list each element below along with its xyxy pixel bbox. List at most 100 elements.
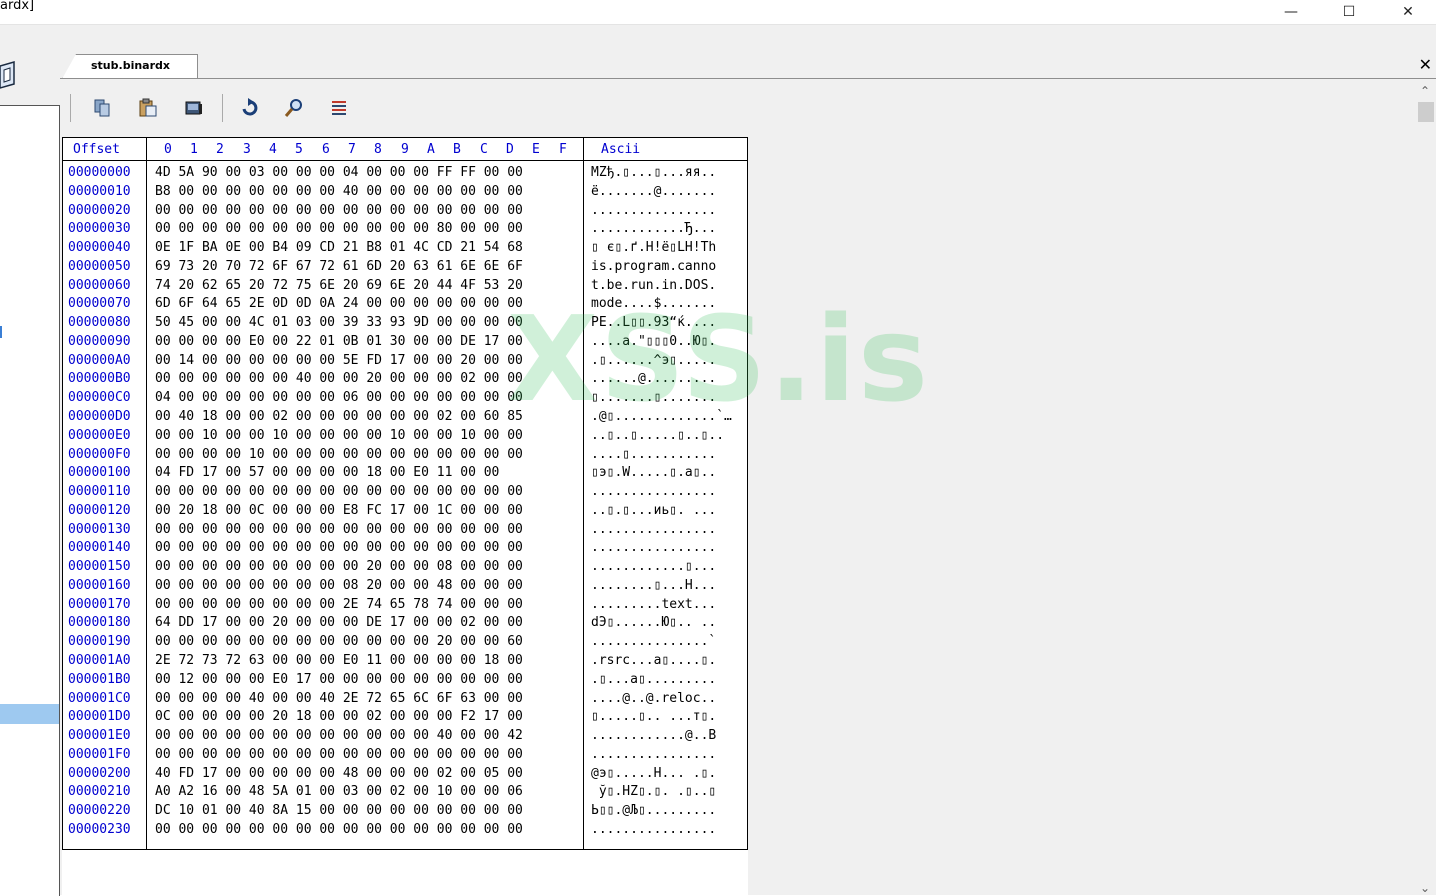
row-ascii[interactable]: .........text... [591,597,716,612]
row-hex-bytes[interactable]: 00 00 00 00 00 00 00 00 08 20 00 00 48 0… [155,578,523,593]
row-ascii[interactable]: ............▯... [591,559,716,574]
row-ascii[interactable]: ▯ є▯.ґ.Н!ё▯LН!Th [591,240,716,255]
row-ascii[interactable]: ..▯..▯.....▯..▯.. [591,428,724,443]
vertical-scrollbar[interactable]: ⌃ ⌄ [1416,80,1436,895]
row-hex-bytes[interactable]: 00 00 00 00 00 00 00 00 00 00 00 00 80 0… [155,221,523,236]
row-offset: 000001B0 [68,671,131,687]
scroll-thumb[interactable] [1418,102,1434,122]
row-hex-bytes[interactable]: 00 00 00 00 00 00 00 00 00 00 00 00 20 0… [155,634,523,649]
row-hex-bytes[interactable]: 00 00 00 00 00 00 00 00 2E 74 65 78 74 0… [155,597,523,612]
hex-rows[interactable]: 00000000 4D 5A 90 00 03 00 00 00 04 00 00… [62,161,748,850]
row-ascii[interactable]: ................ [591,522,716,537]
row-hex-bytes[interactable]: 04 00 00 00 00 00 00 00 06 00 00 00 00 0… [155,390,523,405]
row-hex-bytes[interactable]: 00 00 00 00 40 00 00 40 2E 72 65 6C 6F 6… [155,691,523,706]
row-ascii[interactable]: ................ [591,822,716,837]
column-header: 9 [401,142,409,157]
refresh-icon[interactable] [238,96,262,120]
row-hex-bytes[interactable]: 74 20 62 65 20 72 75 6E 20 69 6E 20 44 4… [155,278,523,293]
row-ascii[interactable]: Ь▯▯.@Љ▯......... [591,803,716,818]
row-ascii[interactable]: ................ [591,747,716,762]
close-button[interactable]: ✕ [1385,0,1431,24]
tree-root-icon[interactable] [0,60,18,90]
search-icon[interactable] [282,96,306,120]
row-offset: 00000110 [68,484,131,500]
copy-icon[interactable] [90,96,114,120]
row-hex-bytes[interactable]: 00 12 00 00 00 E0 17 00 00 00 00 00 00 0… [155,672,523,687]
maximize-button[interactable]: ☐ [1326,0,1372,24]
row-hex-bytes[interactable]: 00 00 00 00 00 00 00 00 00 00 00 00 00 0… [155,522,523,537]
row-ascii[interactable]: ................ [591,484,716,499]
row-hex-bytes[interactable]: 50 45 00 00 4C 01 03 00 39 33 93 9D 00 0… [155,315,523,330]
row-ascii[interactable]: ............@..B [591,728,716,743]
row-ascii[interactable]: ................ [591,540,716,555]
row-ascii[interactable]: is.program.canno [591,259,716,274]
row-hex-bytes[interactable]: 00 00 00 00 E0 00 22 01 0B 01 30 00 00 D… [155,334,523,349]
row-hex-bytes[interactable]: 04 FD 17 00 57 00 00 00 00 18 00 E0 11 0… [155,465,499,480]
row-hex-bytes[interactable]: 00 00 00 00 00 00 00 00 00 00 00 00 00 0… [155,203,523,218]
row-offset: 00000210 [68,784,131,800]
row-hex-bytes[interactable]: 4D 5A 90 00 03 00 00 00 04 00 00 00 FF F… [155,165,523,180]
row-ascii[interactable]: ▯.....▯.. ...т▯. [591,709,716,724]
scroll-down-icon[interactable]: ⌄ [1420,881,1430,895]
row-hex-bytes[interactable]: 6D 6F 64 65 2E 0D 0D 0A 24 00 00 00 00 0… [155,296,523,311]
row-hex-bytes[interactable]: 00 00 00 00 00 00 00 00 00 00 00 00 00 0… [155,747,523,762]
column-header: B [453,142,461,157]
row-hex-bytes[interactable]: DC 10 01 00 40 8A 15 00 00 00 00 00 00 0… [155,803,523,818]
row-hex-bytes[interactable]: B8 00 00 00 00 00 00 00 40 00 00 00 00 0… [155,184,523,199]
scroll-up-icon[interactable]: ⌃ [1420,84,1430,98]
row-hex-bytes[interactable]: 00 00 00 00 00 00 40 00 00 20 00 00 00 0… [155,371,523,386]
row-hex-bytes[interactable]: 0E 1F BA 0E 00 B4 09 CD 21 B8 01 4C CD 2… [155,240,523,255]
row-ascii[interactable]: ў▯.HZ▯.▯. .▯..▯ [591,784,716,799]
toolbar-separator [222,94,223,122]
minimize-button[interactable]: — [1268,0,1314,24]
row-ascii[interactable]: ...............` [591,634,716,649]
hex-view[interactable]: Offset 0 1 2 3 4 5 6 7 8 9 A B C D E F A… [62,137,748,895]
row-ascii[interactable]: .▯...а▯......... [591,672,716,687]
row-hex-bytes[interactable]: 00 00 00 00 00 00 00 00 00 00 00 00 00 0… [155,822,523,837]
row-offset: 000001C0 [68,690,131,706]
row-hex-bytes[interactable]: 2E 72 73 72 63 00 00 00 E0 11 00 00 00 0… [155,653,523,668]
row-ascii[interactable]: ....▯........... [591,447,716,462]
dump-icon[interactable] [182,96,206,120]
row-hex-bytes[interactable]: 69 73 20 70 72 6F 67 72 61 6D 20 63 61 6… [155,259,523,274]
row-ascii[interactable]: ........▯...H... [591,578,716,593]
watermark: XSS.is [507,290,931,428]
paste-icon[interactable] [136,96,160,120]
row-hex-bytes[interactable]: 00 00 00 00 00 00 00 00 00 00 00 00 00 0… [155,484,523,499]
row-hex-bytes[interactable]: 00 40 18 00 00 02 00 00 00 00 00 00 02 0… [155,409,523,424]
row-offset: 000001D0 [68,709,131,725]
row-ascii[interactable]: ..▯.▯...иь▯. ... [591,503,716,518]
row-hex-bytes[interactable]: 00 20 18 00 0C 00 00 00 E8 FC 17 00 1C 0… [155,503,523,518]
row-hex-bytes[interactable]: 40 FD 17 00 00 00 00 00 48 00 00 00 02 0… [155,766,523,781]
row-hex-bytes[interactable]: 0C 00 00 00 00 20 18 00 00 02 00 00 00 F… [155,709,523,724]
hex-header: Offset 0 1 2 3 4 5 6 7 8 9 A B C D E F A… [62,137,748,161]
row-hex-bytes[interactable]: 00 00 00 00 00 00 00 00 00 00 00 00 00 0… [155,540,523,555]
row-ascii[interactable]: MZђ.▯...▯...яя.. [591,165,716,180]
row-hex-bytes[interactable]: 00 00 00 00 00 00 00 00 00 20 00 00 08 0… [155,559,523,574]
toolbar [60,80,760,136]
row-ascii[interactable]: ............Ђ... [591,221,716,236]
tab-stub-binardx[interactable]: stub.binardx [62,54,198,79]
column-header: 5 [295,142,303,157]
row-ascii[interactable]: .rsrc...а▯....▯. [591,653,716,668]
row-offset: 00000190 [68,634,131,650]
row-ascii[interactable]: dЭ▯......Ю▯.. .. [591,615,716,630]
row-hex-bytes[interactable]: A0 A2 16 00 48 5A 01 00 03 00 02 00 10 0… [155,784,523,799]
row-ascii[interactable]: ▯э▯.W.....▯.а▯.. [591,465,716,480]
ascii-divider [583,137,584,850]
row-ascii[interactable]: ё.......@....... [591,184,716,199]
row-ascii[interactable]: ................ [591,203,716,218]
row-hex-bytes[interactable]: 00 00 10 00 00 10 00 00 00 00 10 00 00 1… [155,428,523,443]
row-hex-bytes[interactable]: 00 00 00 00 10 00 00 00 00 00 00 00 00 0… [155,447,523,462]
row-ascii[interactable]: ....@..@.reloc.. [591,691,716,706]
tab-close-button[interactable]: ✕ [1419,55,1432,74]
row-hex-bytes[interactable]: 00 00 00 00 00 00 00 00 00 00 00 00 40 0… [155,728,523,743]
row-ascii[interactable]: @э▯.....H... .▯. [591,766,716,781]
list-icon[interactable] [328,96,352,120]
row-offset: 00000200 [68,765,131,781]
row-offset: 000001E0 [68,728,131,744]
row-hex-bytes[interactable]: 64 DD 17 00 00 20 00 00 00 DE 17 00 00 0… [155,615,523,630]
tree-panel[interactable] [0,105,60,896]
row-hex-bytes[interactable]: 00 14 00 00 00 00 00 00 5E FD 17 00 00 2… [155,353,523,368]
tree-selected-item[interactable] [0,704,59,724]
